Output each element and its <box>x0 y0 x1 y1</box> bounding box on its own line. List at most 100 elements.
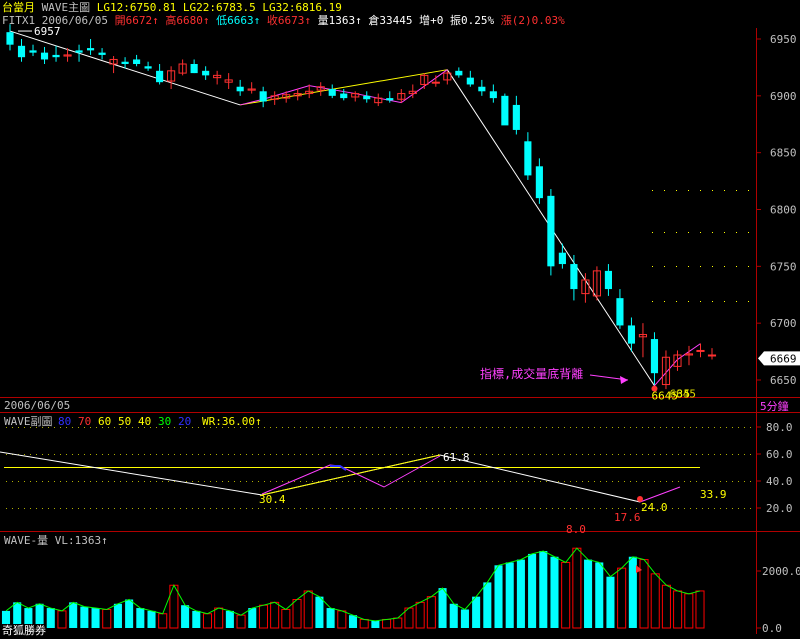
wr-grid-dot <box>348 481 349 482</box>
wr-grid-dot <box>180 508 181 509</box>
wr-grid-dot <box>294 427 295 428</box>
wr-grid-dot <box>204 427 205 428</box>
wr-grid-dot <box>138 454 139 455</box>
wr-grid-dot <box>354 427 355 428</box>
wr-grid-dot <box>714 508 715 509</box>
vol-bar <box>550 556 559 628</box>
wr-grid-dot <box>630 454 631 455</box>
wr-grid-dot <box>396 427 397 428</box>
wr-grid-dot <box>540 454 541 455</box>
wr-grid-dot <box>696 454 697 455</box>
wr-grid-dot <box>390 508 391 509</box>
wr-grid-dot <box>192 427 193 428</box>
wr-legend-item: 20 <box>178 415 191 428</box>
wr-grid-dot <box>264 508 265 509</box>
vol-bar <box>661 584 671 629</box>
vol-bar <box>281 608 291 629</box>
wr-grid-dot <box>378 427 379 428</box>
main-guide-dot <box>688 190 689 191</box>
wr-grid-dot <box>396 454 397 455</box>
wr-grid-dot <box>720 481 721 482</box>
wr-grid-dot <box>36 508 37 509</box>
wr-grid-dot <box>204 508 205 509</box>
wr-grid-dot <box>576 508 577 509</box>
wr-grid-dot <box>516 454 517 455</box>
wr-grid-dot <box>378 481 379 482</box>
wr-grid-dot <box>474 481 475 482</box>
wr-grid-dot <box>540 481 541 482</box>
wr-grid-dot <box>48 508 49 509</box>
vol-bar <box>516 559 525 628</box>
wr-grid-dot <box>510 427 511 428</box>
candle-body <box>144 66 152 69</box>
wr-grid-dot <box>714 481 715 482</box>
vol-bar <box>426 596 436 629</box>
candle-body <box>512 104 520 130</box>
candle-body <box>616 298 624 326</box>
wr-grid-dot <box>216 427 217 428</box>
wr-grid-dot <box>342 454 343 455</box>
vol-bar <box>628 556 637 628</box>
candle-body <box>707 354 717 357</box>
wr-grid-dot <box>486 481 487 482</box>
wr-grid-dot <box>90 508 91 509</box>
wr-grid-dot <box>204 481 205 482</box>
wr-wave-magenta-2 <box>639 486 681 503</box>
wr-grid-dot <box>570 508 571 509</box>
vol-bar <box>348 615 358 628</box>
wr-grid-dot <box>612 427 613 428</box>
candle-body <box>363 95 371 100</box>
wr-grid-dot <box>516 427 517 428</box>
wr-grid-dot <box>570 481 571 482</box>
wr-grid-dot <box>306 508 307 509</box>
period-label: 5分鐘 <box>760 399 789 413</box>
wr-grid-dot <box>108 508 109 509</box>
wr-grid-dot <box>510 481 511 482</box>
candle-body <box>501 95 509 126</box>
wr-grid-dot <box>240 508 241 509</box>
wr-grid-dot <box>6 454 7 455</box>
wr-grid-dot <box>456 481 457 482</box>
wr-grid-dot <box>150 481 151 482</box>
wr-grid-dot <box>252 454 253 455</box>
wr-grid-dot <box>582 481 583 482</box>
vol-bar <box>539 551 548 628</box>
wr-grid-dot <box>234 481 235 482</box>
wr-grid-dot <box>606 427 607 428</box>
wr-grid-dot <box>738 508 739 509</box>
wr-grid-dot <box>438 481 439 482</box>
wr-grid-dot <box>288 427 289 428</box>
wr-grid-dot <box>714 454 715 455</box>
wr-grid-dot <box>426 481 427 482</box>
current-price-label: 6669 <box>770 352 797 365</box>
wr-grid-dot <box>420 481 421 482</box>
wr-grid-dot <box>522 454 523 455</box>
vol-bar <box>214 607 224 629</box>
wr-y-tick-label: 40.0 <box>766 475 793 488</box>
wr-grid-dot <box>378 508 379 509</box>
wr-grid-dot <box>138 508 139 509</box>
wr-grid-dot <box>600 454 601 455</box>
wr-grid-dot <box>660 481 661 482</box>
wr-grid-dot <box>222 508 223 509</box>
candle-body <box>535 166 543 199</box>
candle-body <box>466 77 474 85</box>
wr-grid-dot <box>78 454 79 455</box>
wr-grid-dot <box>84 454 85 455</box>
vol-bar <box>46 608 55 628</box>
wr-grid-dot <box>474 454 475 455</box>
wr-grid-dot <box>84 481 85 482</box>
wr-grid-dot <box>606 454 607 455</box>
wr-y-tick-label: 80.0 <box>766 421 793 434</box>
candle-body <box>86 48 95 51</box>
wr-grid-dot <box>702 427 703 428</box>
vol-bar <box>248 608 257 628</box>
wr-grid-dot <box>216 454 217 455</box>
main-guide-dot <box>676 232 677 233</box>
wr-grid-dot <box>336 508 337 509</box>
wr-grid-dot <box>60 508 61 509</box>
wr-grid-dot <box>210 481 211 482</box>
candle-body <box>156 70 164 83</box>
wr-grid-dot <box>96 454 97 455</box>
wr-grid-dot <box>216 508 217 509</box>
